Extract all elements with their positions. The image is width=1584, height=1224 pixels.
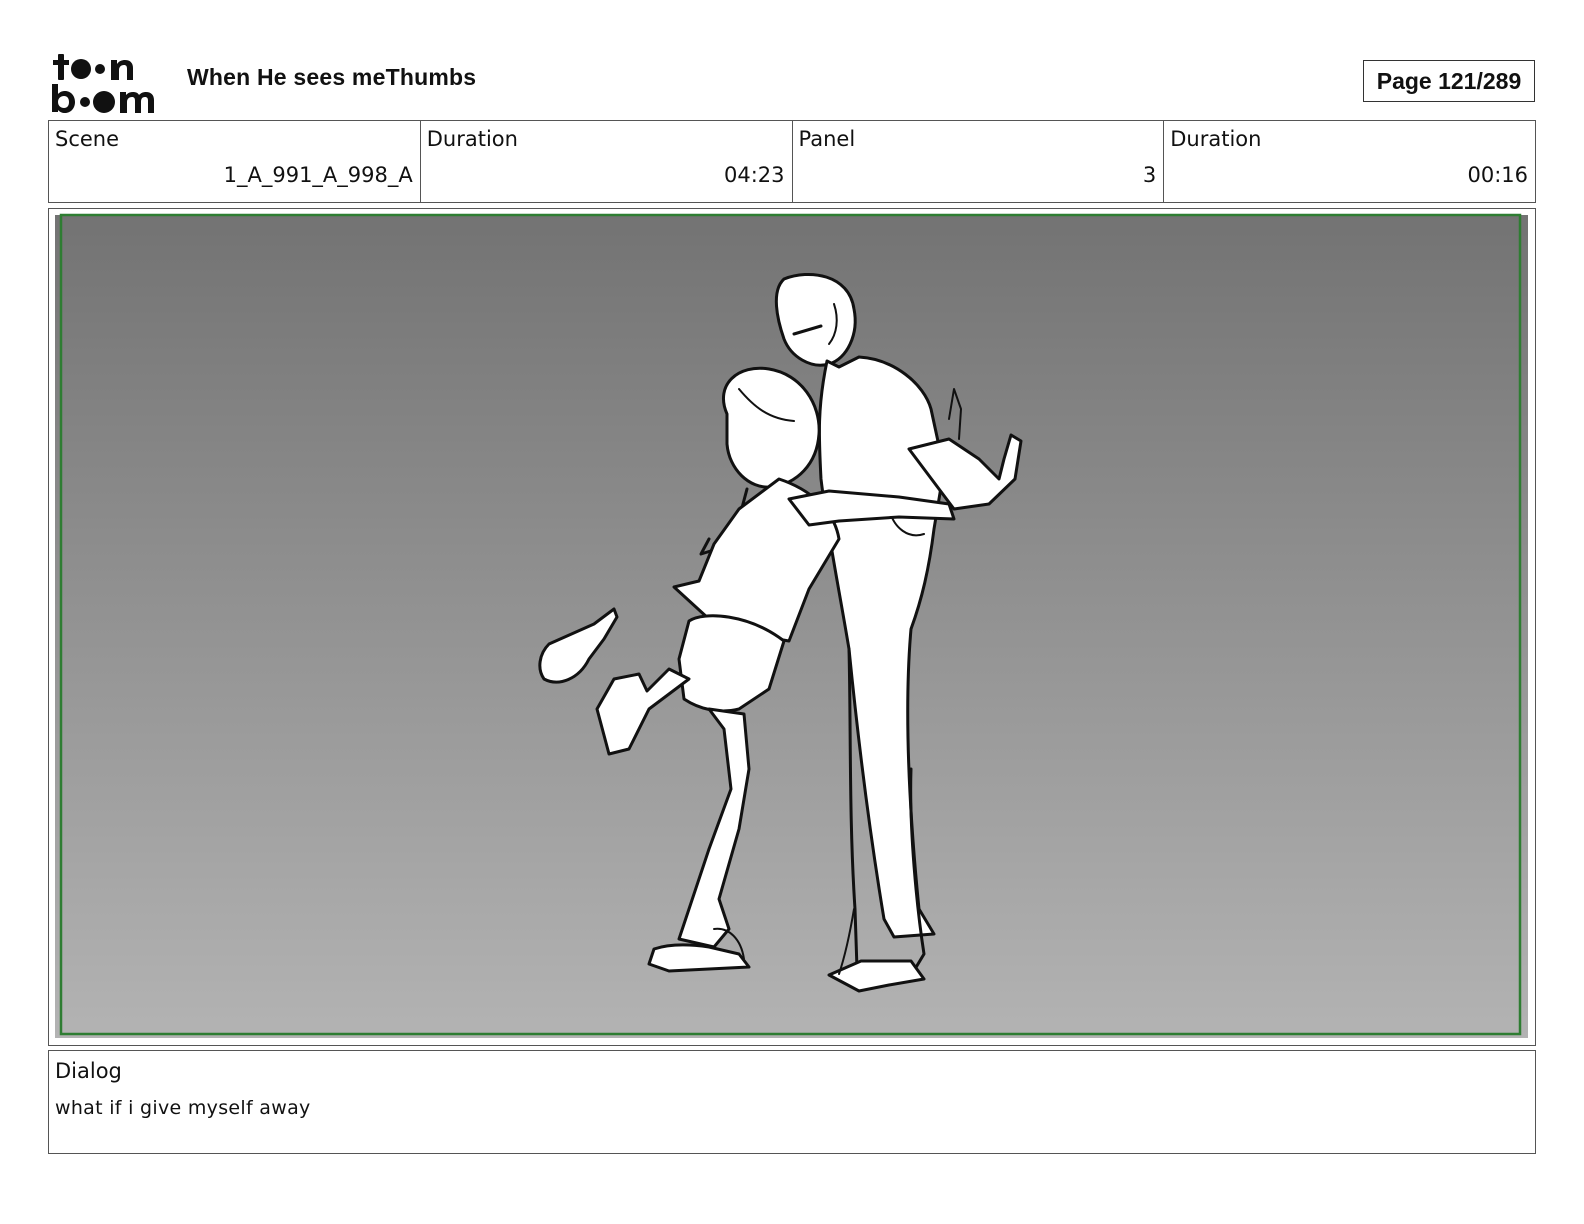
storyboard-sketch (52, 212, 1531, 1041)
dialog-section: Dialog what if i give myself away (48, 1050, 1536, 1154)
toonboom-logo (50, 50, 166, 114)
scene-duration-label: Duration (426, 127, 518, 151)
scene-duration-cell: Duration 04:23 (421, 121, 793, 202)
scene-duration-value: 04:23 (723, 163, 785, 187)
panel-cell: Panel 3 (793, 121, 1165, 202)
dialog-label: Dialog (55, 1059, 122, 1083)
panel-duration-cell: Duration 00:16 (1164, 121, 1535, 202)
scene-info-table: Scene 1_A_991_A_998_A Duration 04:23 Pan… (48, 120, 1536, 203)
scene-value: 1_A_991_A_998_A (223, 163, 413, 187)
storyboard-panel (48, 208, 1536, 1046)
panel-value: 3 (1142, 163, 1157, 187)
toonboom-logo-mark (52, 54, 154, 113)
panel-duration-value: 00:16 (1467, 163, 1528, 187)
document-title: When He sees meThumbs (187, 64, 477, 90)
panel-duration-label: Duration (1170, 127, 1262, 151)
dialog-text: what if i give myself away (55, 1097, 311, 1119)
page-number: Page 121/289 (1363, 60, 1535, 102)
scene-label: Scene (55, 127, 120, 151)
panel-label: Panel (798, 127, 856, 151)
scene-cell: Scene 1_A_991_A_998_A (49, 121, 421, 202)
